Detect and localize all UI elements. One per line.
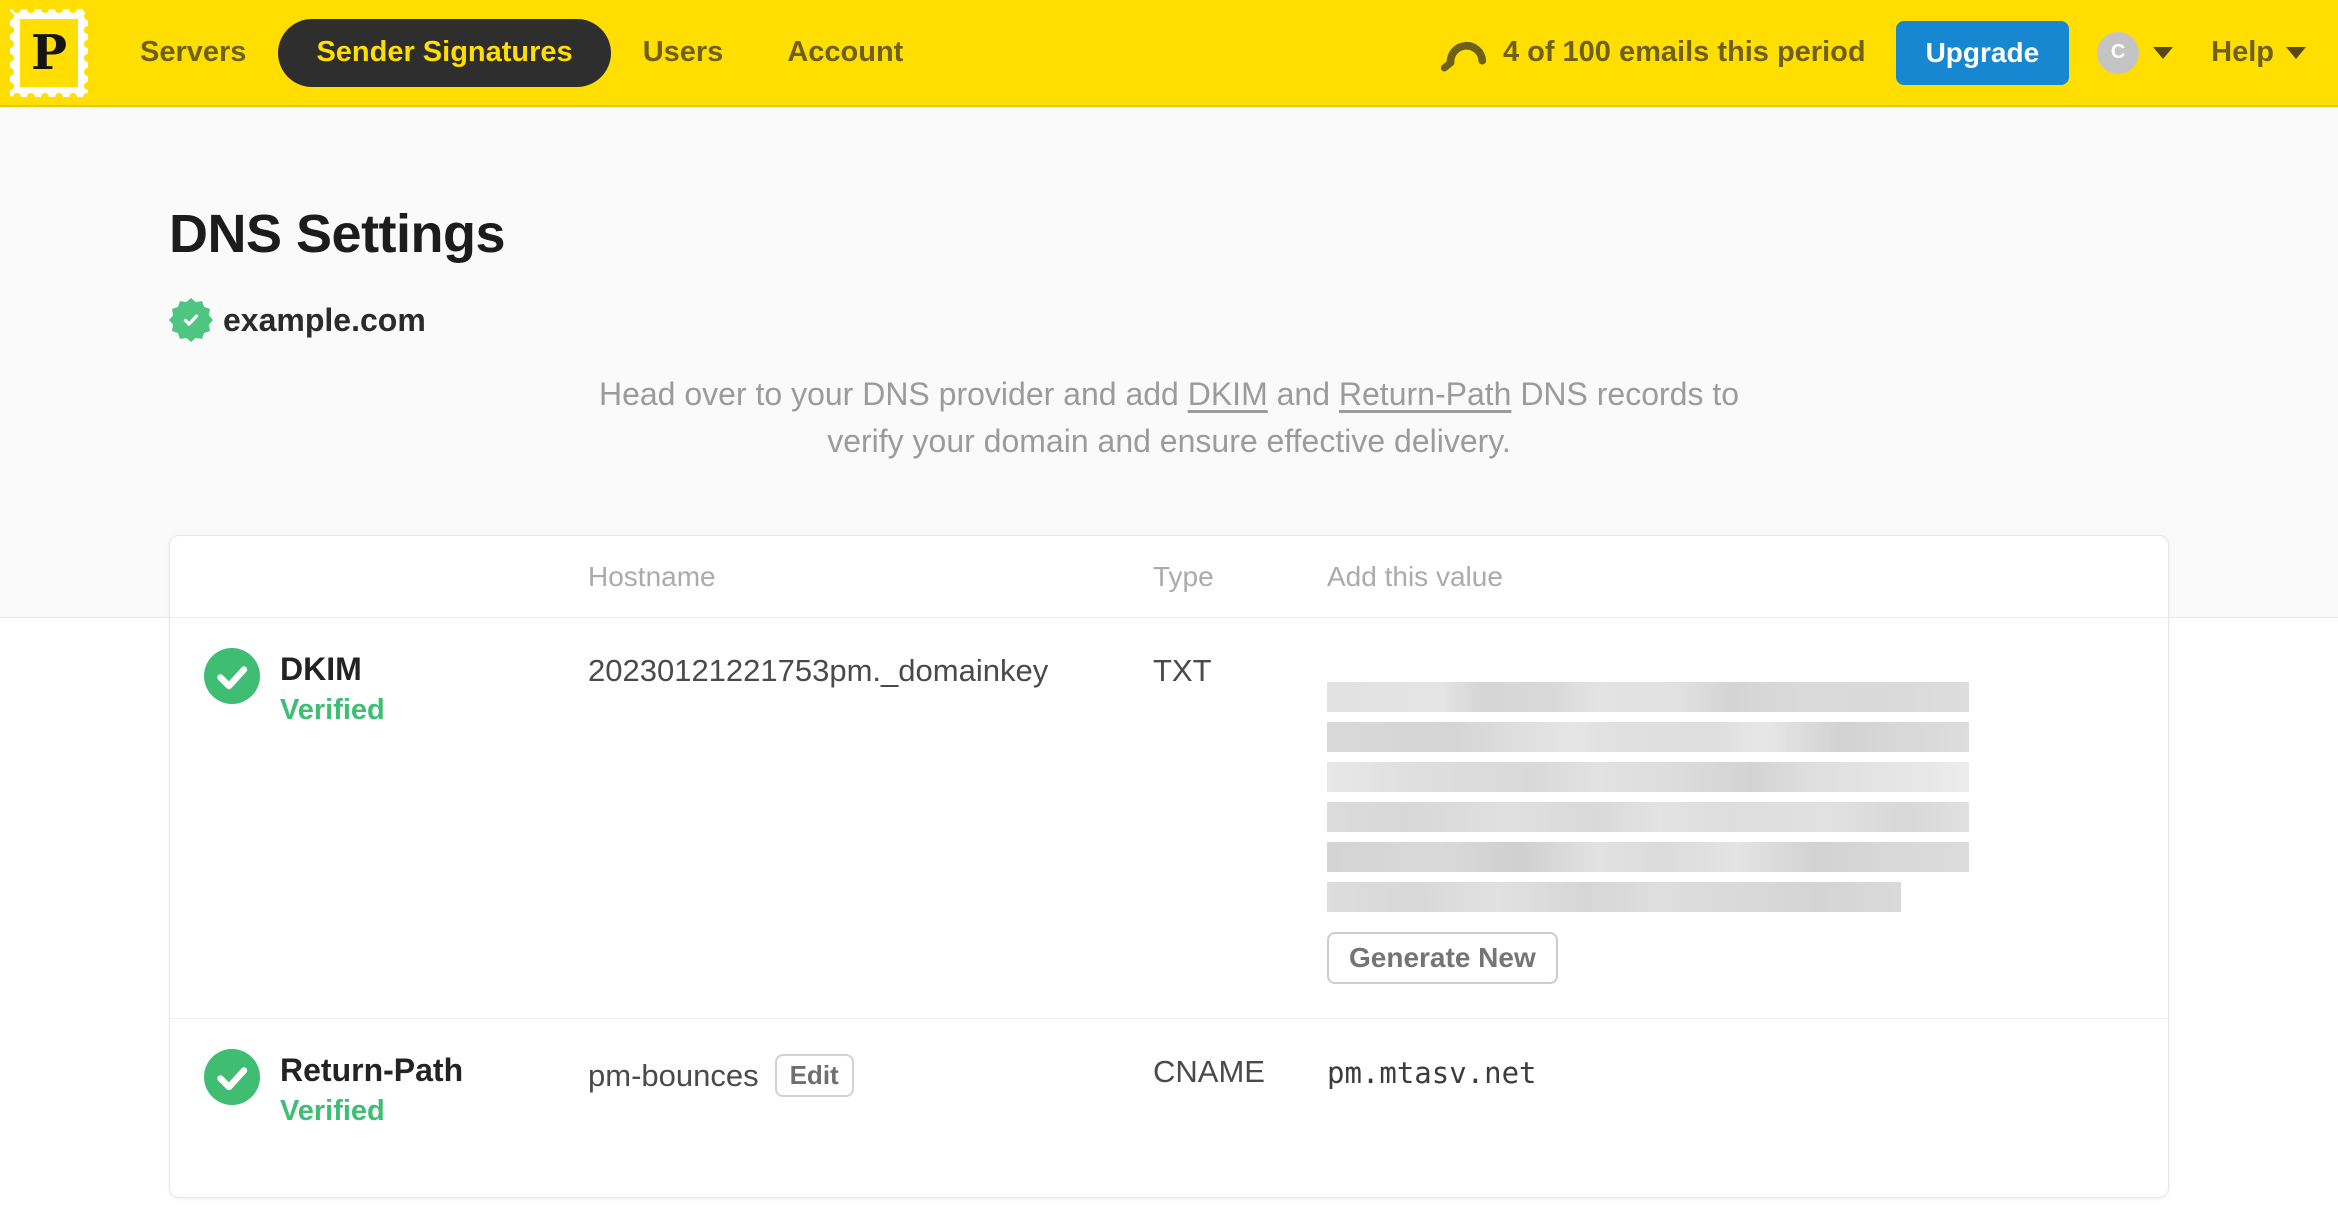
redacted-value-line [1327,682,1969,712]
verified-check-icon [204,1049,260,1105]
dns-instructions: Head over to your DNS provider and add D… [574,371,1764,465]
avatar[interactable]: C [2097,31,2140,74]
redacted-value-line [1327,722,1969,752]
generate-new-button[interactable]: Generate New [1327,932,1558,984]
column-header-type: Type [1153,560,1214,592]
table-row-dkim: DKIM Verified 20230121221753pm._domainke… [170,618,2168,1018]
chevron-down-icon [2153,46,2174,59]
account-menu[interactable]: C [2097,31,2174,74]
postmark-logo[interactable]: P [10,8,88,97]
record-hostname: pm-bounces [588,1057,759,1093]
upgrade-button[interactable]: Upgrade [1895,20,2070,85]
record-identity: Return-Path Verified [170,1049,588,1128]
redacted-value-line [1327,882,1901,912]
return-path-link[interactable]: Return-Path [1339,376,1512,412]
record-type: TXT [1153,653,1212,688]
table-row-return-path: Return-Path Verified pm-bounces Edit CNA… [170,1018,2168,1197]
postmark-stamp-icon: P [20,18,78,87]
top-navbar: P Servers Sender Signatures Users Accoun… [0,0,2338,107]
nav-item-servers[interactable]: Servers [108,19,278,87]
verified-check-icon [204,648,260,704]
record-value-cell: Generate New [1327,648,2168,1018]
table-header-row: Hostname Type Add this value [170,536,2168,618]
dkim-link[interactable]: DKIM [1188,376,1268,412]
usage-gauge-icon [1440,41,1487,71]
column-header-hostname: Hostname [588,560,716,592]
record-type: CNAME [1153,1054,1265,1089]
redacted-value-line [1327,802,1969,832]
chevron-down-icon [2286,46,2306,59]
instructions-text: and [1267,376,1339,412]
usage-text: 4 of 100 emails this period [1502,36,1866,68]
record-hostname: 20230121221753pm._domainkey [588,653,1049,688]
redacted-value-line [1327,842,1969,872]
nav-right-group: 4 of 100 emails this period Upgrade C He… [1440,20,2306,85]
nav-item-sender-signatures[interactable]: Sender Signatures [278,18,611,87]
redacted-dkim-value [1327,682,2128,912]
redacted-value-line [1327,762,1969,792]
status-badge: Verified [280,1095,385,1127]
logo-letter: P [30,24,68,81]
domain-row: example.com [169,297,2169,343]
record-value: pm.mtasv.net [1327,1056,1537,1090]
record-identity: DKIM Verified [170,648,588,727]
instructions-text: Head over to your DNS provider and add [598,376,1188,412]
column-header-value: Add this value [1327,560,1503,592]
record-hostname-cell: pm-bounces Edit [588,1049,1153,1097]
record-name: Return-Path [280,1052,464,1088]
dns-records-card: Hostname Type Add this value DKIM Verifi… [169,535,2169,1198]
domain-name: example.com [223,301,426,338]
nav-item-account[interactable]: Account [755,19,935,87]
help-label: Help [2211,36,2274,68]
page-title: DNS Settings [169,204,506,264]
primary-nav: Servers Sender Signatures Users Account [108,18,935,87]
help-menu[interactable]: Help [2211,36,2306,69]
edit-button[interactable]: Edit [774,1054,854,1097]
record-name: DKIM [280,651,362,687]
nav-item-users[interactable]: Users [611,19,756,87]
nav-left-group: P Servers Sender Signatures Users Accoun… [10,8,935,97]
verified-seal-icon [169,298,213,342]
status-badge: Verified [280,694,385,726]
